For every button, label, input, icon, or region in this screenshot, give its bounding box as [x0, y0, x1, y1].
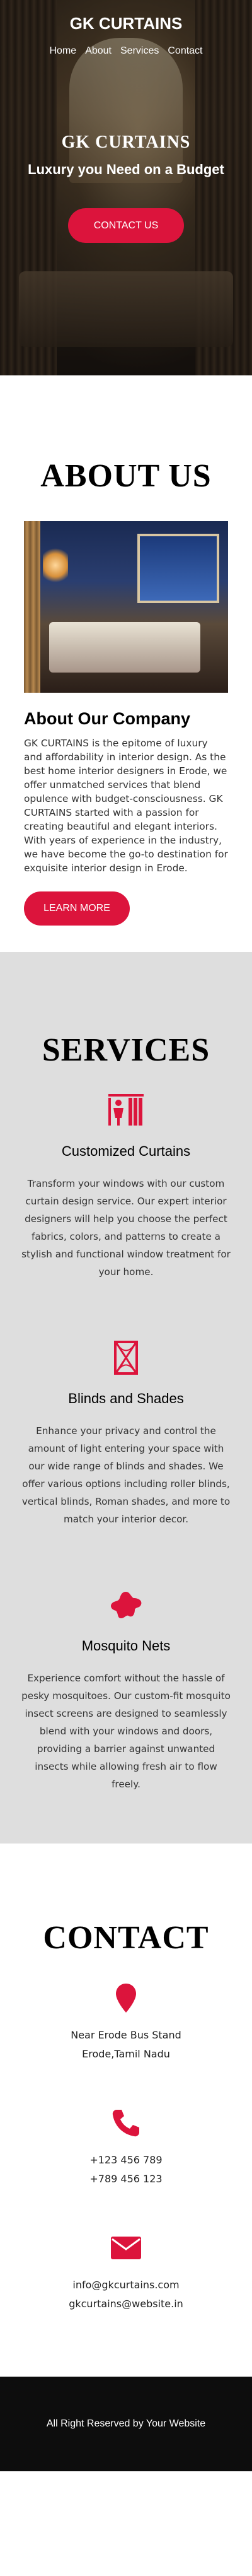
hero-subheading: Luxury you Need on a Budget — [28, 162, 224, 177]
contact-heading: CONTACT — [43, 1920, 209, 1956]
contact-phone: +123 456 789 +789 456 123 — [19, 2103, 233, 2189]
about-image-lamp — [43, 546, 68, 584]
contact-us-button[interactable]: CONTACT US — [68, 208, 184, 243]
curtain-icon — [106, 1090, 146, 1131]
about-subheading: About Our Company — [24, 709, 190, 728]
service-title: Blinds and Shades — [68, 1391, 184, 1406]
mosquito-icon — [106, 1585, 146, 1625]
nav-item-home[interactable]: Home — [50, 45, 77, 57]
nav-item-contact[interactable]: Contact — [168, 45, 202, 57]
service-description: Experience comfort without the hassle of… — [21, 1673, 231, 1790]
site-title[interactable]: GK CURTAINS — [0, 14, 252, 33]
service-description: Enhance your privacy and control the amo… — [21, 1425, 231, 1525]
service-title: Mosquito Nets — [81, 1638, 171, 1654]
services-heading: SERVICES — [42, 1032, 210, 1068]
nav-item-services[interactable]: Services — [120, 45, 159, 57]
address-line-2: Erode,Tamil Nadu — [82, 2048, 170, 2060]
about-image — [24, 521, 228, 693]
hero-heading: GK CURTAINS — [61, 132, 191, 152]
service-description: Transform your windows with our custom c… — [21, 1178, 231, 1278]
footer: All Right Reserved by Your Website — [0, 2377, 252, 2471]
footer-copyright: All Right Reserved by Your Website — [46, 2418, 206, 2429]
about-heading: ABOUT US — [40, 458, 212, 494]
learn-more-button[interactable]: LEARN MORE — [24, 891, 130, 926]
map-pin-icon — [106, 1978, 146, 2018]
blinds-icon — [106, 1338, 146, 1378]
service-card-curtains: Customized Curtains Transform your windo… — [21, 1090, 231, 1281]
email-address[interactable]: info@gkcurtains.com — [19, 2276, 233, 2295]
service-title: Customized Curtains — [61, 1143, 191, 1159]
about-image-window — [137, 534, 219, 603]
services-section: SERVICES Customized Curtains Transform y… — [0, 952, 252, 1844]
nav-item-about[interactable]: About — [85, 45, 112, 57]
email-address[interactable]: gkcurtains@website.in — [19, 2295, 233, 2314]
about-image-drape — [24, 521, 40, 693]
phone-icon — [106, 2103, 146, 2143]
about-paragraph: GK CURTAINS is the epitome of luxury and… — [24, 738, 228, 874]
contact-address: Near Erode Bus Stand Erode,Tamil Nadu — [19, 1978, 233, 2064]
service-card-mosquito-nets: Mosquito Nets Experience comfort without… — [21, 1585, 231, 1793]
phone-number[interactable]: +123 456 789 — [19, 2151, 233, 2170]
contact-section: CONTACT Near Erode Bus Stand Erode,Tamil… — [0, 1844, 252, 2377]
address-line-1: Near Erode Bus Stand — [71, 2029, 181, 2041]
service-card-blinds: Blinds and Shades Enhance your privacy a… — [21, 1338, 231, 1528]
about-section: ABOUT US About Our Company GK CURTAINS i… — [0, 375, 252, 951]
phone-number[interactable]: +789 456 123 — [19, 2170, 233, 2189]
about-image-bed — [49, 622, 200, 673]
hero-section: GK CURTAINS Home About Services Contact … — [0, 0, 252, 375]
envelope-icon — [106, 2228, 146, 2268]
main-nav: Home About Services Contact — [0, 45, 252, 57]
contact-email: info@gkcurtains.com gkcurtains@website.i… — [19, 2228, 233, 2314]
